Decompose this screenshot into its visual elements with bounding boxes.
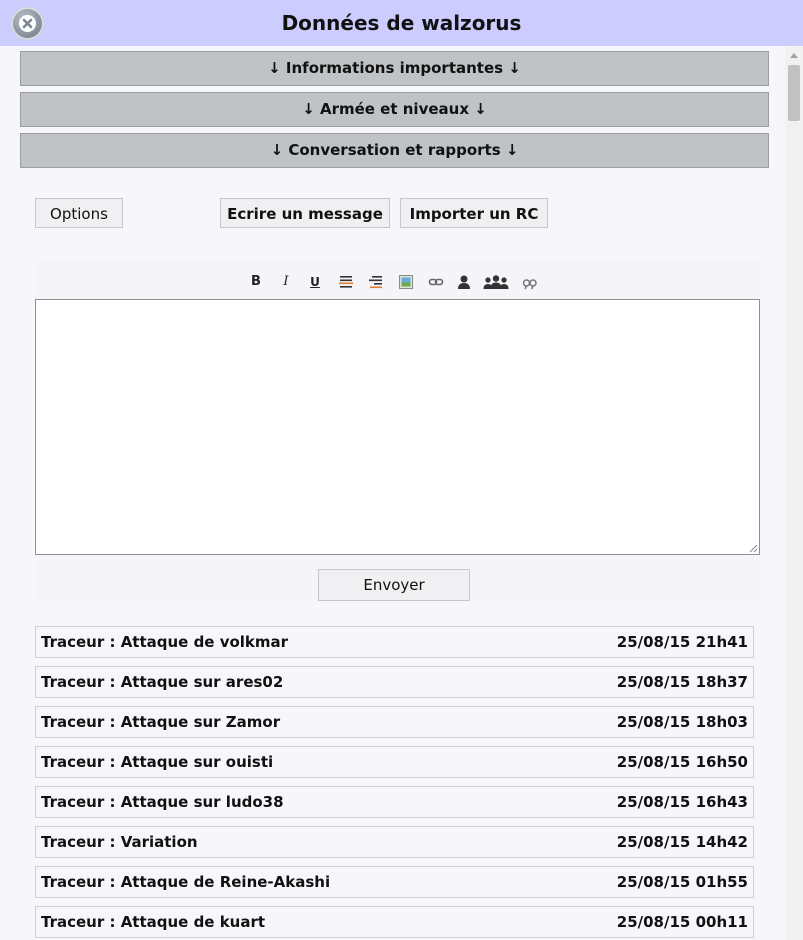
report-title: Traceur : Attaque de kuart	[41, 913, 266, 931]
user-icon[interactable]	[454, 271, 474, 293]
image-icon[interactable]	[396, 271, 416, 293]
scroll-thumb[interactable]	[788, 65, 800, 121]
group-icon[interactable]	[482, 271, 510, 293]
link-icon[interactable]	[426, 271, 446, 293]
strikethrough-icon[interactable]	[336, 271, 356, 293]
italic-icon[interactable]: I	[276, 271, 296, 293]
resize-grip-icon[interactable]	[749, 544, 758, 553]
report-date: 25/08/15 16h50	[616, 753, 748, 771]
quote-icon[interactable]	[520, 271, 540, 293]
dialog-titlebar: Données de walzorus	[0, 0, 803, 46]
report-date: 25/08/15 18h03	[616, 713, 748, 731]
close-circle-icon	[19, 15, 36, 32]
import-rc-button[interactable]: Importer un RC	[400, 198, 548, 228]
report-date: 25/08/15 14h42	[616, 833, 748, 851]
report-title: Traceur : Attaque de Reine-Akashi	[41, 873, 331, 891]
report-date: 25/08/15 21h41	[616, 633, 748, 651]
options-button[interactable]: Options	[35, 198, 123, 228]
report-title: Traceur : Attaque de volkmar	[41, 633, 289, 651]
write-message-button[interactable]: Ecrire un message	[220, 198, 390, 228]
section-army-levels[interactable]: ↓ Armée et niveaux ↓	[20, 92, 769, 127]
section-important-info[interactable]: ↓ Informations importantes ↓	[20, 51, 769, 86]
report-row[interactable]: Traceur : Variation 25/08/15 14h42	[35, 826, 754, 858]
scroll-up-icon[interactable]	[790, 53, 798, 58]
report-row[interactable]: Traceur : Attaque sur ouisti 25/08/15 16…	[35, 746, 754, 778]
vertical-scrollbar[interactable]	[785, 46, 803, 940]
bold-icon[interactable]: B	[246, 271, 266, 293]
dialog-title: Données de walzorus	[281, 11, 522, 35]
report-row[interactable]: Traceur : Attaque sur ludo38 25/08/15 16…	[35, 786, 754, 818]
report-title: Traceur : Attaque sur ares02	[41, 673, 284, 691]
report-row[interactable]: Traceur : Attaque de kuart 25/08/15 00h1…	[35, 906, 754, 938]
report-row[interactable]: Traceur : Attaque sur Zamor 25/08/15 18h…	[35, 706, 754, 738]
section-conversation-reports[interactable]: ↓ Conversation et rapports ↓	[20, 133, 769, 168]
report-row[interactable]: Traceur : Attaque de Reine-Akashi 25/08/…	[35, 866, 754, 898]
report-title: Traceur : Attaque sur ludo38	[41, 793, 284, 811]
report-date: 25/08/15 01h55	[616, 873, 748, 891]
report-row[interactable]: Traceur : Attaque de volkmar 25/08/15 21…	[35, 626, 754, 658]
report-title: Traceur : Attaque sur ouisti	[41, 753, 274, 771]
report-title: Traceur : Variation	[41, 833, 198, 851]
player-data-dialog: Données de walzorus ↓ Informations impor…	[0, 0, 803, 940]
report-row[interactable]: Traceur : Attaque sur ares02 25/08/15 18…	[35, 666, 754, 698]
editor-toolbar: B I U	[246, 271, 546, 293]
report-date: 25/08/15 18h37	[616, 673, 748, 691]
message-textarea[interactable]	[35, 299, 760, 555]
report-date: 25/08/15 00h11	[616, 913, 748, 931]
dialog-content: ↓ Informations importantes ↓ ↓ Armée et …	[0, 46, 785, 940]
send-button[interactable]: Envoyer	[318, 569, 470, 601]
underline-icon[interactable]: U	[305, 271, 325, 293]
report-title: Traceur : Attaque sur Zamor	[41, 713, 281, 731]
report-date: 25/08/15 16h43	[616, 793, 748, 811]
close-button[interactable]	[11, 7, 44, 40]
align-right-icon[interactable]	[366, 271, 386, 293]
